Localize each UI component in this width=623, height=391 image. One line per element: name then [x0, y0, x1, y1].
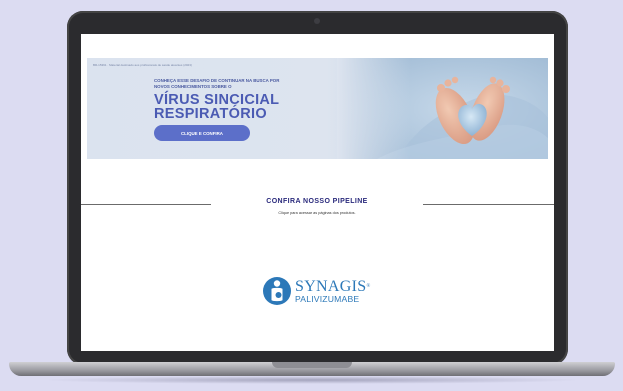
logo-wordmark: SYNAGIS®	[295, 277, 371, 295]
baby-feet-photo	[337, 58, 548, 159]
laptop-lid: BR-15391 · Material destinado aos profis…	[67, 11, 568, 365]
banner-disclaimer: BR-15391 · Material destinado aos profis…	[93, 63, 192, 67]
hero-banner[interactable]: BR-15391 · Material destinado aos profis…	[87, 58, 548, 159]
pipeline-heading: CONFIRA NOSSO PIPELINE	[266, 198, 368, 205]
pipeline-subheading: Clique para acessar as páginas dos produ…	[278, 211, 356, 215]
banner-title: VÍRUS SINCICIAL RESPIRATÓRIO	[154, 92, 280, 122]
synagis-product-link[interactable]: SYNAGIS® PALIVIZUMABE	[262, 273, 374, 309]
laptop-shadow	[40, 376, 584, 384]
laptop-notch	[272, 362, 352, 368]
logo-generic-name: PALIVIZUMABE	[295, 293, 360, 304]
divider-right	[423, 204, 554, 205]
banner-kicker: CONHEÇA ESSE DESAFIO DE CONTINUAR NA BUS…	[154, 78, 280, 89]
camera-icon	[314, 18, 320, 24]
laptop-base	[9, 362, 615, 376]
trademark-symbol: ®	[366, 283, 371, 289]
banner-cta-button[interactable]: CLIQUE E CONFIRA	[154, 125, 250, 141]
divider-left	[81, 204, 211, 205]
synagis-logo-icon	[263, 277, 291, 305]
laptop-screen: BR-15391 · Material destinado aos profis…	[81, 34, 554, 351]
